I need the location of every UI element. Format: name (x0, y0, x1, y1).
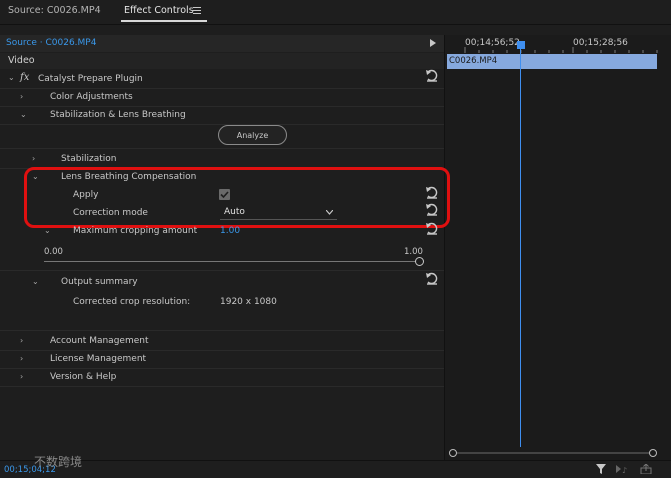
watermark-text: 不数跨境 (34, 455, 83, 469)
timeline-panel: 00;14;56;52 00;15;28;56 C0026.MP4 (444, 35, 671, 460)
tab-source[interactable]: Source: C0026.MP4 (8, 5, 101, 17)
reset-icon[interactable] (425, 272, 439, 286)
clip-label: C0026.MP4 (449, 56, 498, 66)
chevron-down-icon[interactable]: ⌄ (8, 73, 15, 83)
chevron-right-icon[interactable]: › (20, 354, 23, 364)
crop-res-label: Corrected crop resolution: (73, 297, 191, 307)
chevron-right-icon[interactable]: › (20, 372, 23, 382)
crop-slider-track[interactable] (44, 261, 420, 262)
analyze-button[interactable]: Analyze (218, 125, 287, 145)
max-crop-label: Maximum cropping amount (73, 226, 198, 236)
chevron-down-icon[interactable]: ⌄ (32, 277, 39, 287)
tab-active-underline (121, 20, 207, 22)
divider (0, 88, 444, 89)
chevron-right-icon[interactable]: › (20, 336, 23, 346)
version-help-label: Version & Help (50, 372, 117, 382)
max-crop-value[interactable]: 1.00 (220, 225, 240, 237)
effect-name: Catalyst Prepare Plugin (38, 74, 143, 84)
chevron-right-icon[interactable]: › (32, 154, 35, 164)
playhead-line[interactable] (520, 47, 521, 447)
highlight-box (24, 167, 450, 228)
reset-icon[interactable] (425, 222, 439, 236)
reset-icon[interactable] (425, 69, 439, 83)
tab-bar: Source: C0026.MP4 Effect Controls (0, 0, 671, 25)
filter-icon[interactable] (596, 464, 607, 477)
divider (0, 270, 444, 271)
divider (0, 106, 444, 107)
clip-bar[interactable]: C0026.MP4 (447, 54, 657, 69)
license-management-label: License Management (50, 354, 147, 364)
svg-text:♪: ♪ (622, 466, 627, 474)
output-summary-label: Output summary (61, 277, 138, 287)
fx-toggle[interactable]: fx (20, 72, 29, 84)
hamburger-menu-icon[interactable] (193, 7, 201, 14)
account-management-label: Account Management (50, 336, 149, 346)
stabilization-lens-label: Stabilization & Lens Breathing (50, 110, 186, 120)
playhead-handle[interactable] (517, 41, 525, 49)
zoom-scrollbar[interactable] (449, 449, 657, 457)
export-icon[interactable] (640, 463, 652, 477)
tab-effect-controls[interactable]: Effect Controls (124, 5, 194, 17)
color-adjustments-label: Color Adjustments (50, 92, 133, 102)
divider (0, 148, 444, 149)
source-header: Source · C0026.MP4 (0, 35, 444, 52)
video-label: Video (8, 55, 35, 66)
chevron-down-icon[interactable]: ⌄ (44, 226, 51, 236)
stabilization-label: Stabilization (61, 154, 117, 164)
chevron-down-icon[interactable]: ⌄ (20, 110, 27, 120)
chevron-right-icon[interactable]: › (20, 92, 23, 102)
time-ruler[interactable] (445, 47, 671, 53)
slider-min-label: 0.00 (44, 247, 63, 257)
crop-res-value: 1920 x 1080 (220, 297, 277, 307)
zoom-handle-right[interactable] (649, 449, 657, 457)
divider (0, 330, 444, 331)
audio-play-icon[interactable]: ♪ (616, 464, 630, 477)
crop-slider-thumb[interactable] (415, 257, 424, 266)
source-clip-link[interactable]: Source · C0026.MP4 (6, 37, 96, 49)
divider (0, 368, 444, 369)
footer-bar: 00;15;04;12 不数跨境 ♪ (0, 456, 671, 478)
zoom-handle-left[interactable] (449, 449, 457, 457)
divider (0, 386, 444, 387)
divider (0, 350, 444, 351)
video-section-header: Video (0, 53, 444, 69)
play-right-icon[interactable] (430, 39, 436, 50)
divider (0, 124, 444, 125)
